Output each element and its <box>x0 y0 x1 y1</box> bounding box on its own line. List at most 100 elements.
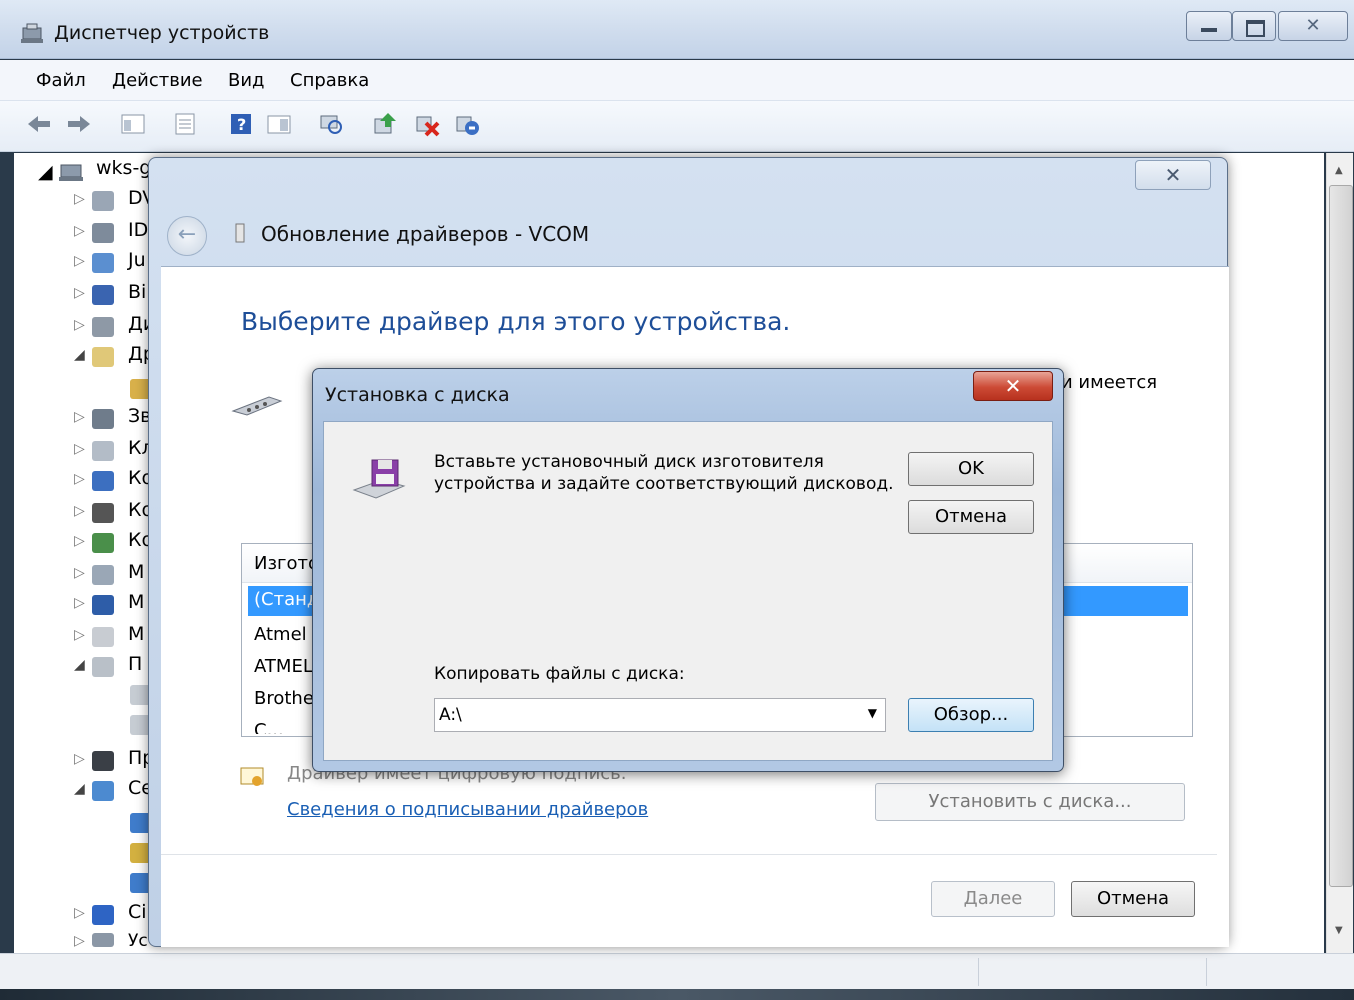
system-icon <box>92 905 114 925</box>
tree-item[interactable]: Ju <box>128 249 146 271</box>
driver-signing-link[interactable]: Сведения о подписывании драйверов <box>287 799 648 820</box>
tree-expander: ▷ <box>74 253 85 269</box>
install-from-disk-dialog: Установка с диска ✕ Вставьте установочны… <box>312 368 1064 772</box>
copy-from-label: Копировать файлы с диска: <box>434 664 685 684</box>
dropdown-arrow-icon[interactable]: ▼ <box>868 706 877 720</box>
back-icon[interactable] <box>26 111 52 137</box>
list-item[interactable]: ATMEL, <box>254 656 319 677</box>
menu-bar: Файл Действие Вид Справка <box>0 60 1354 101</box>
tree-expander: ▷ <box>74 627 85 643</box>
tree-expander: ▷ <box>74 565 85 581</box>
tree-root-label[interactable]: wks-g <box>96 157 151 179</box>
wizard-title: Обновление драйверов - VCOM <box>261 222 590 246</box>
dialog-body: Вставьте установочный диск изготовителя … <box>323 421 1053 761</box>
menu-action[interactable]: Действие <box>112 70 203 91</box>
monitor-icon <box>92 285 114 305</box>
scan-hardware-icon[interactable] <box>318 111 344 137</box>
ok-button[interactable]: OK <box>908 452 1034 486</box>
tree-expander: ▷ <box>74 191 85 207</box>
tree-item[interactable]: ID <box>128 219 148 241</box>
title-bar: Диспетчер устройств ✕ <box>0 0 1354 59</box>
browse-button[interactable]: Обзор... <box>908 698 1034 732</box>
tree-expander[interactable]: ◢ <box>38 161 53 183</box>
tree-expander: ▷ <box>74 533 85 549</box>
port-icon <box>92 657 114 677</box>
install-from-disk-button[interactable]: Установить с диска... <box>875 783 1185 821</box>
network-icon <box>92 253 114 273</box>
scroll-up-icon[interactable]: ▲ <box>1335 165 1343 176</box>
keyboard-icon <box>92 441 114 461</box>
properties-icon[interactable] <box>172 111 198 137</box>
wizard-cancel-button[interactable]: Отмена <box>1071 881 1195 917</box>
tree-expander: ▷ <box>74 223 85 239</box>
tree-expander: ▷ <box>74 905 85 921</box>
tree-expander: ▷ <box>74 503 85 519</box>
wizard-back-button[interactable]: ← <box>167 216 207 256</box>
tree-expander: ▷ <box>74 751 85 767</box>
dialog-cancel-button[interactable]: Отмена <box>908 500 1034 534</box>
disk-path-combobox[interactable]: A:\ ▼ <box>434 698 886 732</box>
taskbar-strip <box>0 989 1354 1000</box>
minimize-button[interactable] <box>1186 11 1232 41</box>
tree-expander: ▷ <box>74 933 85 949</box>
tree-expander: ◢ <box>74 347 85 363</box>
memory-icon <box>92 565 114 585</box>
forward-icon[interactable] <box>66 111 92 137</box>
tree-item[interactable]: М <box>128 623 144 645</box>
tree-expander: ◢ <box>74 657 85 673</box>
tree-item[interactable]: М <box>128 561 144 583</box>
tree-expander: ▷ <box>74 317 85 333</box>
tree-expander: ◢ <box>74 781 85 797</box>
status-bar <box>0 953 1354 990</box>
console-tree-icon[interactable] <box>120 111 146 137</box>
processor-icon <box>92 751 114 771</box>
tree-item[interactable]: Ус <box>128 931 148 951</box>
tree-expander: ▷ <box>74 409 85 425</box>
view-icon[interactable] <box>266 111 292 137</box>
tree-expander: ▷ <box>74 595 85 611</box>
menu-view[interactable]: Вид <box>228 70 265 91</box>
tree-expander: ▷ <box>74 441 85 457</box>
controller-icon <box>92 533 114 553</box>
help-icon[interactable]: ? <box>228 111 254 137</box>
network-adapter-icon <box>92 781 114 801</box>
dialog-message-line1: Вставьте установочный диск изготовителя <box>434 452 824 472</box>
monitor-icon <box>92 595 114 615</box>
wizard-heading: Выберите драйвер для этого устройства. <box>241 307 791 336</box>
usb-icon <box>92 503 114 523</box>
next-button[interactable]: Далее <box>931 881 1055 917</box>
driver-info-text: и имеется <box>1061 372 1158 393</box>
scroll-thumb[interactable] <box>1329 185 1353 887</box>
vertical-scrollbar[interactable]: ▲ ▼ <box>1326 153 1353 953</box>
disk-drive-icon <box>92 317 114 337</box>
maximize-button[interactable] <box>1232 11 1276 41</box>
dialog-close-button[interactable]: ✕ <box>973 371 1053 401</box>
scroll-down-icon[interactable]: ▼ <box>1335 925 1343 936</box>
tree-item[interactable]: П <box>128 653 142 675</box>
wizard-close-button[interactable]: ✕ <box>1135 160 1211 190</box>
window-title: Диспетчер устройств <box>54 22 270 44</box>
close-button[interactable]: ✕ <box>1278 11 1348 41</box>
wizard-footer-divider <box>161 854 1217 855</box>
device-manager-icon <box>21 23 43 43</box>
dialog-message-line2: устройства и задайте соответствующий дис… <box>434 474 894 494</box>
menu-file[interactable]: Файл <box>36 70 86 91</box>
tree-item[interactable]: Сі <box>128 901 147 923</box>
uninstall-icon[interactable] <box>414 111 440 137</box>
disk-path-value[interactable]: A:\ <box>439 705 462 725</box>
serial-cable-icon <box>231 396 283 416</box>
disable-icon[interactable] <box>454 111 480 137</box>
list-item[interactable]: C... <box>254 720 284 734</box>
tree-item[interactable]: Ві <box>128 281 146 303</box>
ide-icon <box>92 223 114 243</box>
svg-text:?: ? <box>237 115 246 134</box>
computer-icon <box>59 164 83 181</box>
tree-item[interactable]: М <box>128 591 144 613</box>
speaker-icon <box>92 409 114 429</box>
floppy-disk-icon <box>352 459 406 499</box>
unknown-device-icon <box>92 347 114 367</box>
mouse-icon <box>92 627 114 647</box>
menu-help[interactable]: Справка <box>290 70 369 91</box>
dialog-title: Установка с диска <box>325 384 510 406</box>
update-driver-icon[interactable] <box>372 111 398 137</box>
